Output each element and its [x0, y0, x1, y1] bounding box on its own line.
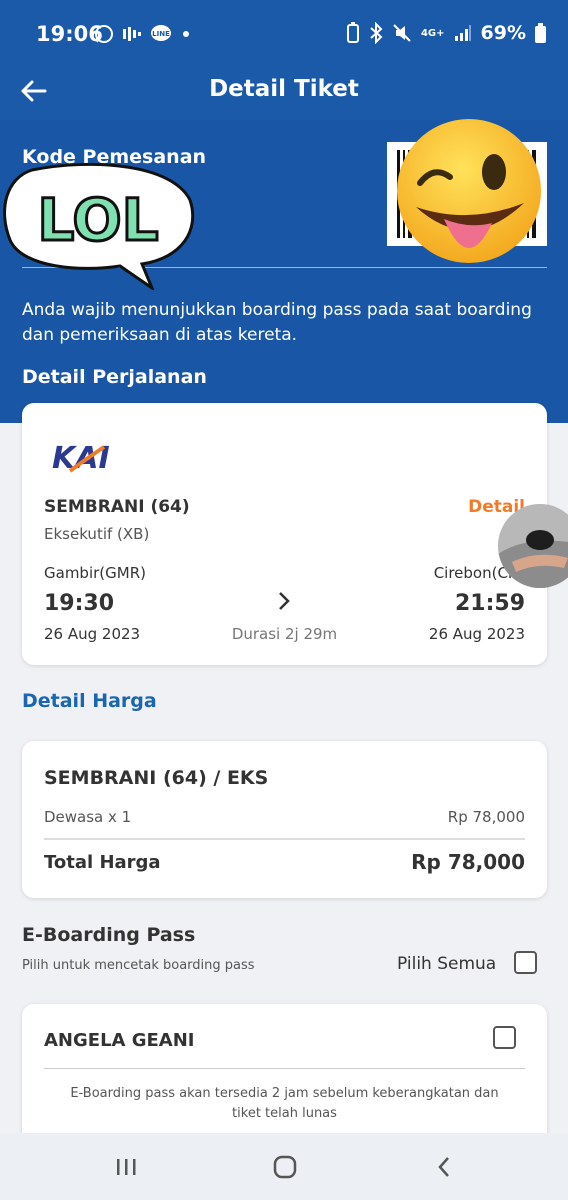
app-header: Detail Tiket: [0, 62, 568, 120]
back-chevron-icon: [438, 1157, 449, 1177]
train-class: Eksekutif (XB): [44, 525, 150, 543]
price-divider: [44, 838, 525, 840]
eboarding-subtitle: Pilih untuk mencetak boarding pass: [22, 958, 255, 973]
battery-saver-icon: [346, 22, 359, 43]
select-all-label[interactable]: Pilih Semua: [397, 954, 496, 974]
status-time: 19:06: [36, 22, 103, 46]
total-price-value: Rp 78,000: [411, 850, 525, 874]
arrival-time: 21:59: [454, 591, 525, 616]
svg-text:LINE: LINE: [152, 30, 170, 38]
select-all-checkbox[interactable]: [514, 951, 537, 974]
passenger-checkbox[interactable]: [493, 1026, 516, 1049]
passenger-name: ANGELA GEANI: [44, 1030, 195, 1051]
signal-icon: [454, 25, 471, 41]
total-price-label: Total Harga: [44, 852, 161, 873]
trip-section-title: Detail Perjalanan: [22, 366, 207, 388]
mute-icon: [393, 24, 411, 42]
departure-time: 19:30: [44, 591, 115, 616]
price-card-title: SEMBRANI (64) / EKS: [44, 767, 269, 789]
system-icons: 4G+ 69%: [346, 22, 546, 44]
network-type: 4G+: [420, 27, 445, 39]
lol-sticker: LOL: [2, 160, 198, 293]
home-button[interactable]: [265, 1153, 305, 1181]
page-title: Detail Tiket: [209, 76, 359, 102]
chevron-right-icon: [279, 592, 290, 610]
kai-logo: KAI: [52, 441, 110, 473]
recent-apps-icon: [117, 1159, 136, 1175]
price-card: SEMBRANI (64) / EKS Dewasa x 1 Rp 78,000…: [22, 741, 547, 898]
dot-icon: [183, 31, 189, 37]
passenger-divider: [44, 1068, 525, 1069]
passenger-type-label: Dewasa x 1: [44, 808, 132, 826]
eboarding-title: E-Boarding Pass: [22, 924, 196, 946]
eboarding-note: E-Boarding pass akan tersedia 2 jam sebe…: [70, 1086, 499, 1121]
home-icon: [273, 1155, 297, 1179]
boarding-notice: Anda wajib menunjukkan boarding pass pad…: [22, 300, 532, 345]
whatsapp-icon: [95, 25, 113, 43]
battery-percent: 69%: [480, 22, 526, 44]
train-name: SEMBRANI (64): [44, 497, 190, 517]
notification-icons: LINE: [94, 24, 192, 44]
line-icon: LINE: [151, 25, 171, 41]
voicemail-icon: [123, 27, 141, 41]
svg-text:KAI: KAI: [52, 441, 110, 473]
battery-icon: [535, 23, 546, 43]
lol-sticker-text: LOL: [37, 186, 158, 254]
origin-station: Gambir(GMR): [44, 564, 146, 582]
status-bar: 19:06 LINE 4G+ 69%: [0, 0, 568, 62]
bluetooth-icon: [370, 22, 383, 44]
system-nav-bar: [0, 1133, 568, 1200]
arrival-date: 26 Aug 2023: [428, 625, 525, 643]
price-section-title: Detail Harga: [22, 690, 157, 712]
winking-tongue-emoji-sticker: [394, 115, 546, 270]
passenger-type-price: Rp 78,000: [447, 808, 525, 826]
trip-card: KAI SEMBRANI (64) Detail Eksekutif (XB) …: [22, 403, 547, 665]
recent-apps-button[interactable]: [106, 1153, 146, 1181]
passenger-card: ANGELA GEANI E-Boarding pass akan tersed…: [22, 1004, 547, 1154]
back-nav-button[interactable]: [424, 1153, 464, 1181]
